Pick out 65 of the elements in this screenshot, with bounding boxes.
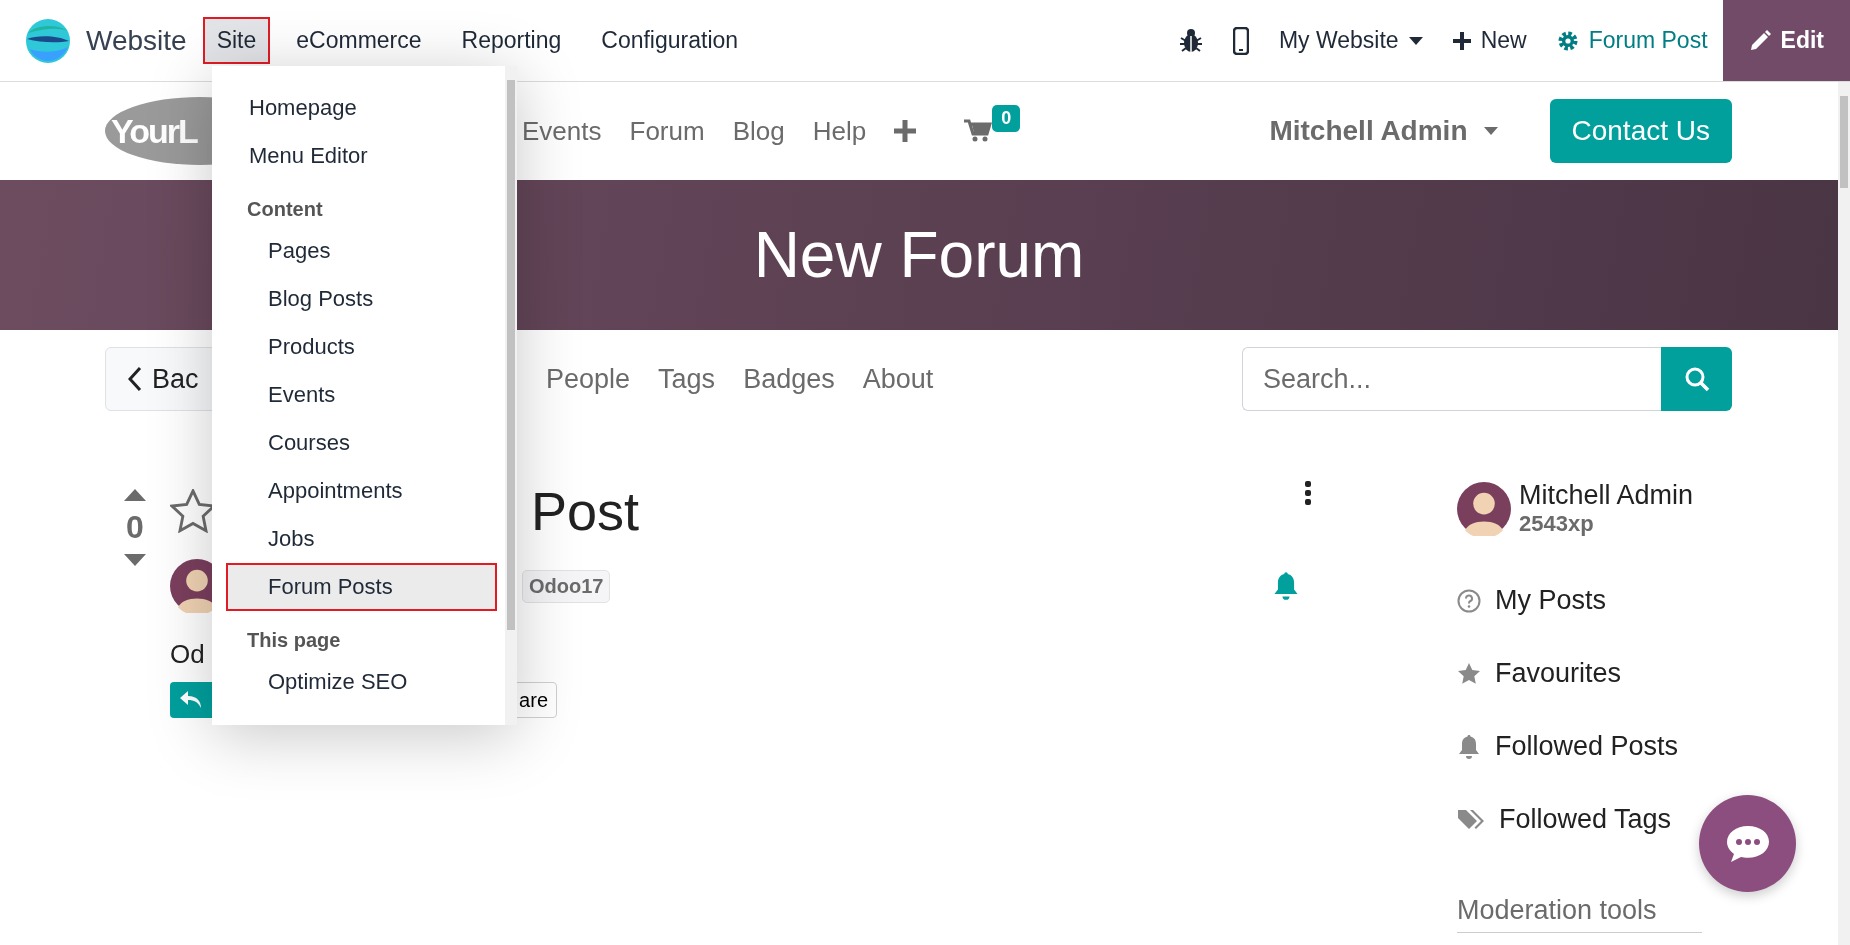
forum-nav-link[interactable]: Tags: [658, 363, 716, 395]
caret-icon: [1408, 36, 1423, 45]
new-button[interactable]: New: [1437, 0, 1542, 81]
menu-section-header: Content: [246, 197, 324, 222]
user-name[interactable]: Mitchell Admin: [1519, 480, 1694, 511]
tags-icon: [1457, 807, 1485, 832]
plus-icon: [1452, 31, 1471, 50]
avatar-icon: [1457, 481, 1511, 536]
scrollbar[interactable]: [505, 66, 517, 725]
logo-icon: [24, 16, 72, 65]
search-field[interactable]: Search...: [1242, 347, 1661, 411]
menu-tab[interactable]: Site: [202, 17, 271, 64]
user-menu[interactable]: Mitchell Admin: [1269, 115, 1468, 147]
sidebar-link[interactable]: Followed Posts: [1457, 731, 1679, 762]
section-title: Moderation tools: [1457, 895, 1702, 933]
search-button[interactable]: [1661, 347, 1732, 411]
forum-nav-link[interactable]: Badges: [743, 363, 835, 395]
star-icon: [1457, 661, 1481, 686]
more-options-icon[interactable]: [1304, 481, 1312, 505]
forum-nav-link[interactable]: People: [546, 363, 631, 395]
sidebar-link[interactable]: My Posts: [1457, 585, 1607, 616]
cart-icon[interactable]: [964, 119, 993, 143]
sidebar-link[interactable]: Favourites: [1457, 658, 1622, 689]
user-karma: 2543xp: [1519, 511, 1595, 537]
menu-item[interactable]: Pages: [226, 227, 497, 275]
menu-item[interactable]: Courses: [226, 419, 497, 467]
menu-item[interactable]: Forum Posts: [226, 563, 497, 611]
post-body: Od: [170, 639, 205, 670]
reply-icon: [180, 691, 202, 709]
question-icon: [1457, 588, 1481, 613]
upvote-icon[interactable]: [124, 489, 146, 501]
menu-tab[interactable]: eCommerce: [282, 17, 436, 64]
menu-item[interactable]: Appointments: [226, 467, 497, 515]
nav-link[interactable]: Help: [812, 115, 867, 147]
menu-section-header: This page: [246, 628, 342, 653]
cart-count: 0: [992, 105, 1021, 132]
chat-button[interactable]: [1699, 795, 1796, 892]
page-settings-button[interactable]: Forum Post: [1541, 0, 1723, 81]
menu-tab[interactable]: Configuration: [587, 17, 753, 64]
post-title: Post: [531, 480, 640, 542]
nav-link[interactable]: Events: [522, 115, 602, 147]
bell-icon[interactable]: [1272, 571, 1300, 601]
menu-item[interactable]: Blog Posts: [226, 275, 497, 323]
sidebar-link[interactable]: Followed Tags: [1457, 804, 1672, 835]
edit-button[interactable]: Edit: [1722, 0, 1850, 81]
search-icon: [1683, 366, 1710, 392]
chat-icon: [1724, 823, 1771, 864]
downvote-icon[interactable]: [124, 554, 146, 566]
vote-count: 0: [126, 509, 144, 546]
menu-item[interactable]: Jobs: [226, 515, 497, 563]
website-switcher[interactable]: My Website: [1263, 0, 1438, 81]
scrollbar[interactable]: [1838, 82, 1850, 945]
caret-icon: [1483, 127, 1498, 135]
nav-link[interactable]: Forum: [629, 115, 705, 147]
nav-link[interactable]: Blog: [732, 115, 785, 147]
chevron-left-icon: [128, 366, 142, 392]
app-name: Website: [86, 24, 187, 57]
post-tag[interactable]: Odoo17: [522, 569, 611, 603]
plus-icon[interactable]: [894, 120, 917, 142]
gear-icon: [1556, 29, 1579, 52]
menu-tab[interactable]: Reporting: [447, 17, 576, 64]
menu-item[interactable]: Optimize SEO: [226, 658, 497, 706]
forum-nav-link[interactable]: About: [862, 363, 934, 395]
pencil-icon: [1748, 29, 1771, 52]
bell-icon: [1457, 733, 1481, 760]
